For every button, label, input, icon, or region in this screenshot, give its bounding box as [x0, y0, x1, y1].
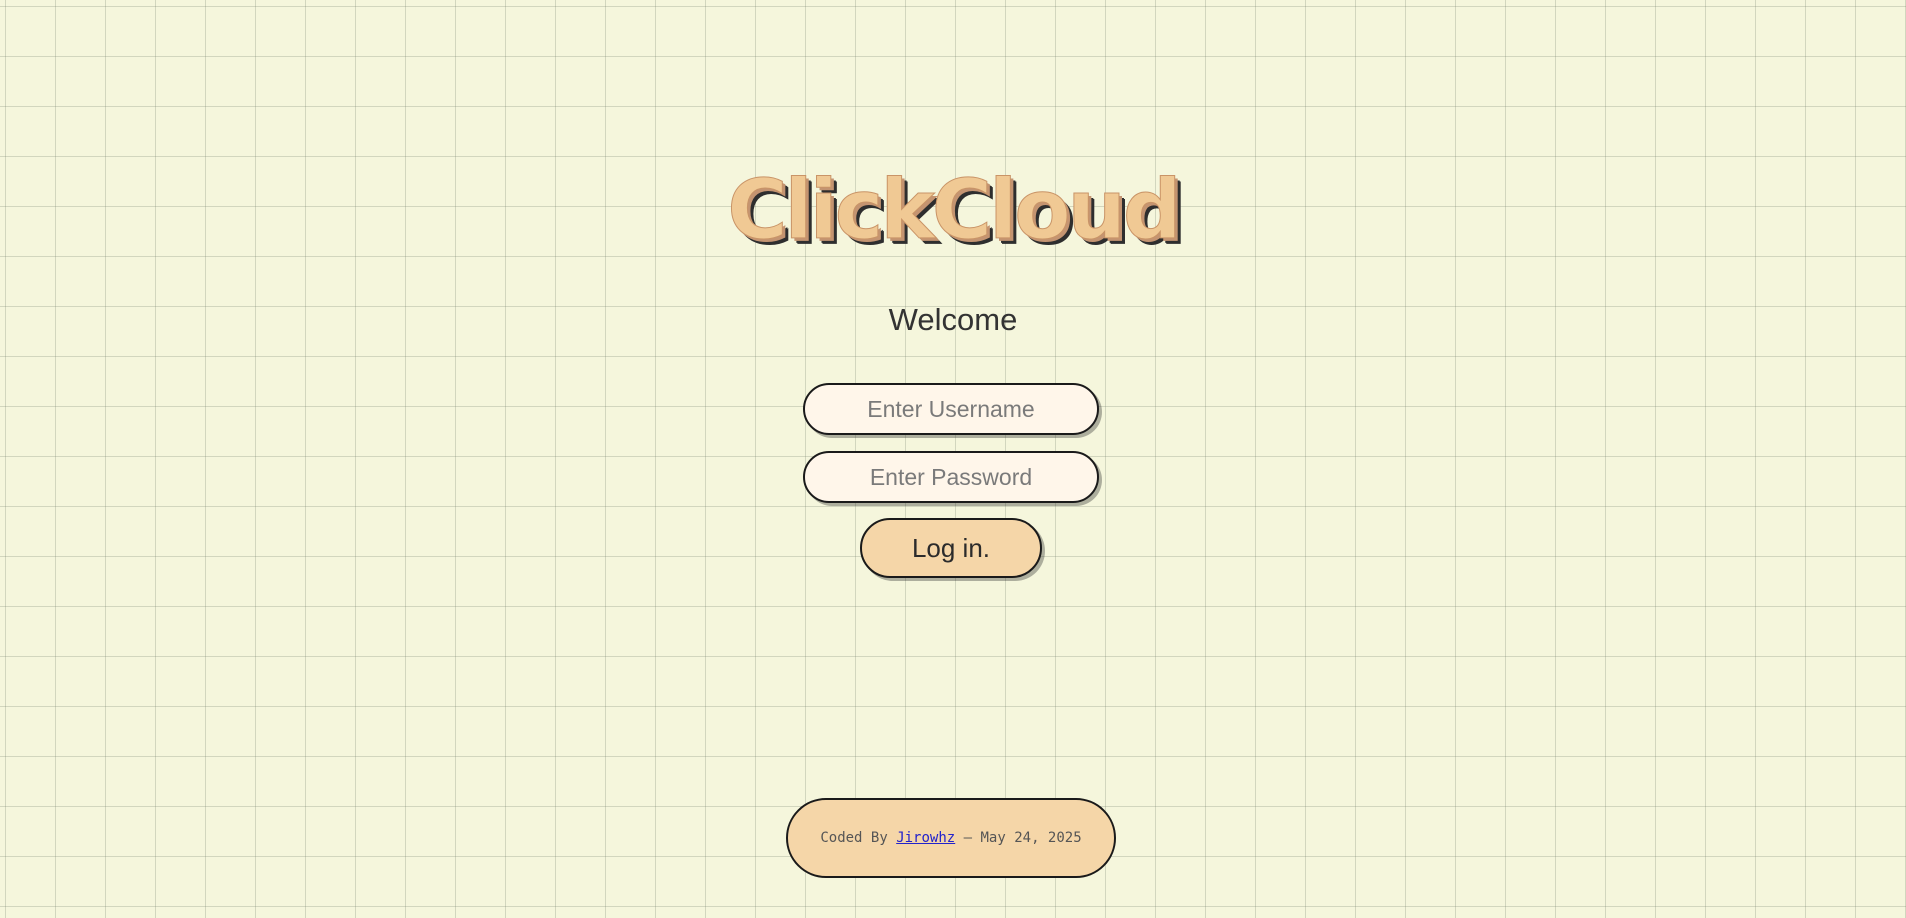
welcome-heading: Welcome: [888, 302, 1018, 337]
author-link[interactable]: Jirowhz: [896, 830, 955, 846]
login-button[interactable]: Log in.: [860, 518, 1042, 578]
logo-container: ClickCloud: [0, 163, 1906, 258]
footer-credit: Coded By Jirowhz — May 24, 2025: [786, 798, 1116, 878]
username-input[interactable]: [803, 383, 1099, 435]
footer-date: — May 24, 2025: [955, 830, 1082, 846]
app-logo: ClickCloud: [727, 163, 1182, 258]
footer-prefix: Coded By: [820, 830, 897, 846]
password-input[interactable]: [803, 451, 1099, 503]
